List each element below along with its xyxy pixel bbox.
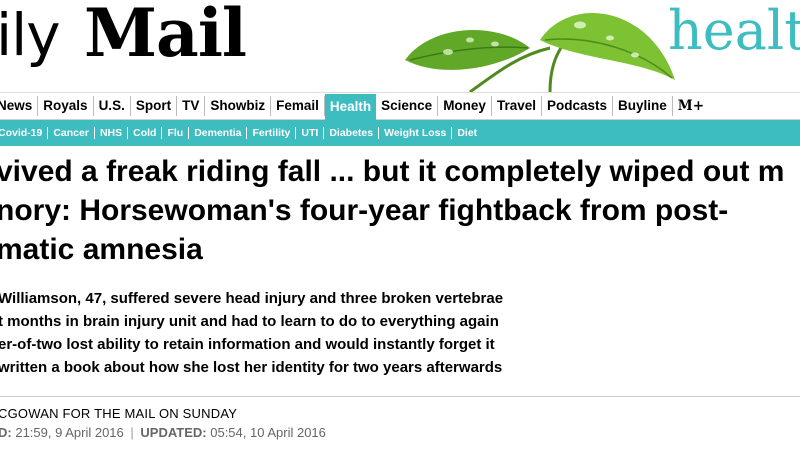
nav-item-sport[interactable]: Sport [131, 96, 178, 116]
author-byline[interactable]: CGOWAN FOR THE MAIL ON SUNDAY [0, 406, 237, 421]
nav-item-travel[interactable]: Travel [492, 96, 542, 116]
subnav-item-flu[interactable]: Flu [162, 127, 190, 139]
nav-item-us[interactable]: U.S. [94, 96, 131, 116]
headline-line: matic amnesia [0, 233, 203, 266]
nav-item-royals[interactable]: Royals [38, 96, 94, 116]
nav-item-femail[interactable]: Femail [271, 96, 325, 116]
headline-line: nory: Horsewoman's four-year fightback f… [0, 194, 729, 227]
article-headline: vived a freak riding fall ... but it com… [0, 152, 800, 269]
nav-item-showbiz[interactable]: Showbiz [205, 96, 272, 116]
summary-bullet: Williamson, 47, suffered severe head inj… [0, 290, 504, 307]
published-date: 21:59, 9 April 2016 [15, 425, 124, 440]
nav-item-health[interactable]: Health [324, 93, 377, 120]
subnav-item-covid[interactable]: Covid-19 [0, 127, 49, 139]
subnav-item-diet[interactable]: Diet [452, 127, 482, 139]
nav-item-money[interactable]: Money [438, 96, 492, 116]
updated-date: 05:54, 10 April 2016 [210, 425, 326, 440]
nav-item-mail-plus[interactable]: M+ [673, 96, 709, 116]
date-separator: | [130, 425, 134, 440]
byline-divider [0, 396, 800, 397]
subnav-item-dementia[interactable]: Dementia [189, 127, 248, 139]
section-title-health[interactable]: healt [668, 4, 800, 58]
nav-item-tv[interactable]: TV [177, 96, 206, 116]
subnav-item-cold[interactable]: Cold [128, 127, 163, 139]
summary-bullet: er-of-two lost ability to retain informa… [0, 336, 495, 353]
article-dates: D: 21:59, 9 April 2016 | UPDATED: 05:54,… [0, 425, 326, 440]
subnav-item-fertility[interactable]: Fertility [247, 127, 297, 139]
subnav-item-uti[interactable]: UTI [296, 127, 325, 139]
nav-item-science[interactable]: Science [376, 96, 439, 116]
health-subnav: Covid-19 Cancer NHS Cold Flu Dementia Fe… [0, 120, 800, 146]
updated-label: UPDATED: [140, 425, 207, 440]
article-summary-bullets: Williamson, 47, suffered severe head inj… [0, 287, 800, 379]
nav-item-buyline[interactable]: Buyline [613, 96, 673, 116]
main-nav: News Royals U.S. Sport TV Showbiz Femail… [0, 92, 800, 120]
logo-daily-text[interactable]: ily [0, 6, 61, 64]
summary-bullet: t months in brain injury unit and had to… [0, 313, 499, 330]
published-label: D: [0, 425, 12, 440]
summary-bullet: written a book about how she lost her id… [0, 359, 503, 376]
subnav-item-weight-loss[interactable]: Weight Loss [379, 127, 453, 139]
subnav-item-diabetes[interactable]: Diabetes [324, 127, 380, 139]
nav-item-news[interactable]: News [0, 96, 39, 116]
headline-line: vived a freak riding fall ... but it com… [0, 155, 785, 188]
masthead: ily Mail healt [0, 0, 800, 92]
subnav-item-nhs[interactable]: NHS [95, 127, 129, 139]
logo-mail-text[interactable]: Mail [84, 0, 247, 66]
subnav-item-cancer[interactable]: Cancer [48, 127, 95, 139]
nav-item-podcasts[interactable]: Podcasts [542, 96, 614, 116]
leaf-icon [405, 13, 675, 92]
